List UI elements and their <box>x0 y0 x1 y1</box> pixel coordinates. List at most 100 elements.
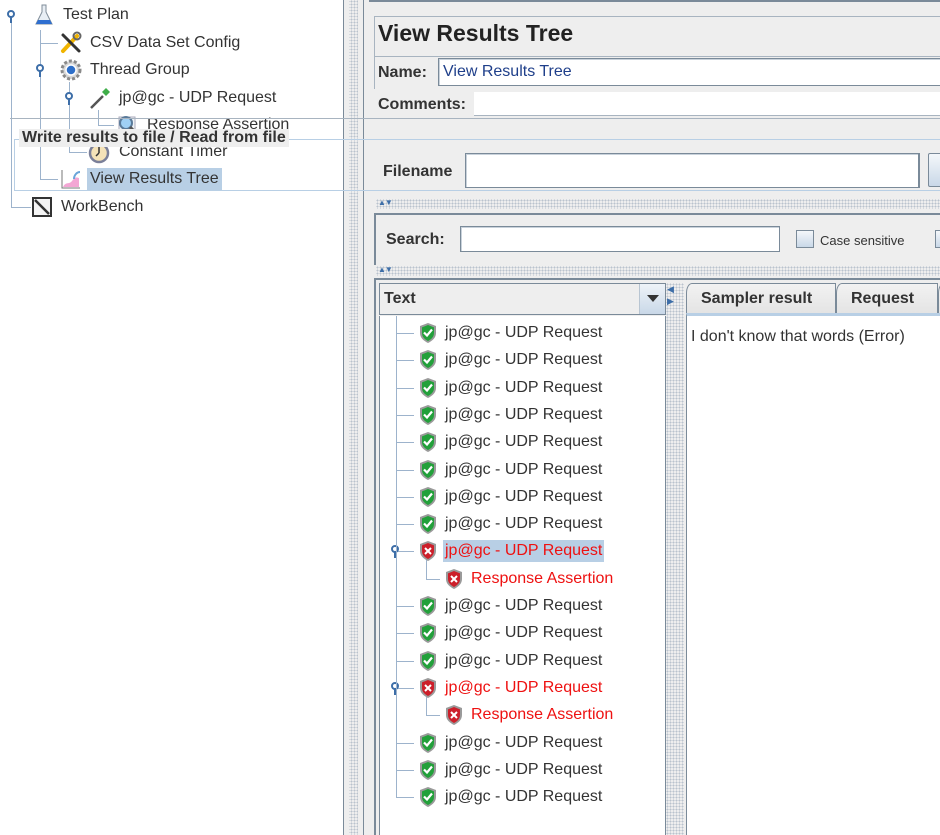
case-sensitive-checkbox[interactable] <box>796 230 814 248</box>
result-item-label: jp@gc - UDP Request <box>445 324 603 341</box>
assertion-label: Response Assertion <box>471 569 614 587</box>
result-item[interactable]: jp@gc - UDP Request <box>416 320 604 346</box>
renderer-select[interactable]: Text <box>379 283 666 315</box>
collapse-left-icon[interactable]: ◀ <box>667 285 674 294</box>
splitter-arrows-icon[interactable]: ▲▼ <box>378 266 393 274</box>
tree-line <box>426 696 427 717</box>
search-input[interactable] <box>460 226 780 252</box>
collapse-toggle[interactable] <box>6 10 20 24</box>
tree-line <box>396 633 414 635</box>
tab-label: Sampler result <box>701 289 813 307</box>
result-item-label: jp@gc - UDP Request <box>445 351 603 369</box>
panel-border <box>369 0 940 6</box>
search-label: Search: <box>386 231 445 248</box>
detail-tabs: Sampler result Request <box>686 283 940 313</box>
pass-shield-icon <box>416 731 440 755</box>
tree-node-csv-data-set-config[interactable]: CSV Data Set Config <box>59 31 243 55</box>
result-item-label: jp@gc - UDP Request <box>445 651 603 669</box>
pass-shield-icon <box>416 621 440 645</box>
response-text: I don't know that words (Error) <box>691 328 905 345</box>
tree-node-thread-group[interactable]: Thread Group <box>59 58 193 82</box>
result-item-label: jp@gc - UDP Request <box>445 405 603 423</box>
tree-line <box>11 207 31 208</box>
detail-content: I don't know that words (Error) <box>686 313 940 835</box>
tree-line <box>40 43 58 44</box>
result-item[interactable]: jp@gc - UDP Request <box>416 429 604 455</box>
result-item[interactable]: jp@gc - UDP Request <box>416 593 604 619</box>
result-item-label: jp@gc - UDP Request <box>445 378 603 396</box>
tree-line <box>396 316 397 798</box>
tree-line <box>396 524 414 526</box>
tree-line <box>396 660 414 662</box>
result-item[interactable]: jp@gc - UDP Request <box>416 511 604 537</box>
result-item[interactable]: jp@gc - UDP Request <box>416 620 604 646</box>
tree-line <box>426 560 427 580</box>
result-item[interactable]: jp@gc - UDP Request <box>416 757 604 783</box>
result-item[interactable]: jp@gc - UDP Request <box>416 484 604 510</box>
expand-right-icon[interactable]: ▶ <box>667 297 674 306</box>
tree-line <box>396 797 414 799</box>
tools-icon <box>59 31 83 55</box>
tab-label: Request <box>851 289 915 307</box>
splitter-arrows-icon[interactable]: ▲▼ <box>378 199 393 207</box>
divider <box>10 118 940 119</box>
tree-line <box>98 125 114 126</box>
tree-line <box>396 360 414 362</box>
fail-shield-icon <box>416 539 440 563</box>
flask-icon <box>32 3 56 27</box>
tree-line <box>396 333 414 334</box>
tree-node-udp-request[interactable]: jp@gc - UDP Request <box>88 86 279 110</box>
pass-shield-icon <box>416 430 440 454</box>
pass-shield-icon <box>416 321 440 345</box>
result-item[interactable]: jp@gc - UDP Request <box>416 784 604 810</box>
tree-node-label: jp@gc - UDP Request <box>119 89 277 106</box>
collapse-toggle[interactable] <box>35 64 49 78</box>
result-item[interactable]: jp@gc - UDP Request <box>416 675 604 701</box>
tree-line <box>396 414 414 416</box>
comments-field[interactable] <box>474 92 940 116</box>
assertion-label: Response Assertion <box>471 706 614 724</box>
panel-title: View Results Tree <box>378 20 574 46</box>
main-splitter[interactable] <box>344 0 364 835</box>
result-item-label: jp@gc - UDP Request <box>445 788 603 806</box>
assertion-result-item[interactable]: Response Assertion <box>442 702 615 728</box>
collapse-toggle[interactable] <box>390 545 404 559</box>
regex-checkbox[interactable] <box>935 230 940 248</box>
top-splitter[interactable]: ▲▼ <box>376 199 940 209</box>
tree-node-label: WorkBench <box>61 198 144 215</box>
tab-sampler-result[interactable]: Sampler result <box>686 283 836 313</box>
name-field[interactable]: View Results Tree <box>438 58 940 86</box>
result-item-label: jp@gc - UDP Request <box>445 433 603 451</box>
filename-field[interactable] <box>465 153 920 188</box>
pass-shield-icon <box>416 512 440 536</box>
file-group-label: Write results to file / Read from file <box>19 129 289 147</box>
middle-splitter[interactable]: ▲▼ <box>376 266 940 276</box>
collapse-toggle[interactable] <box>64 92 78 106</box>
result-item-label: jp@gc - UDP Request <box>445 624 603 642</box>
result-item[interactable]: jp@gc - UDP Request <box>416 457 604 483</box>
comments-label: Comments: <box>378 96 467 113</box>
tab-request[interactable]: Request <box>836 283 938 313</box>
name-label: Name: <box>378 64 427 81</box>
result-item[interactable]: jp@gc - UDP Request <box>416 347 604 373</box>
pass-shield-icon <box>416 758 440 782</box>
tree-node-workbench[interactable]: WorkBench <box>30 195 146 219</box>
result-item[interactable]: jp@gc - UDP Request <box>416 730 604 756</box>
chevron-down-icon[interactable] <box>639 284 665 314</box>
browse-button[interactable] <box>928 153 940 187</box>
fail-shield-icon <box>416 676 440 700</box>
pass-shield-icon <box>416 594 440 618</box>
result-item[interactable]: jp@gc - UDP Request <box>416 375 604 401</box>
tree-node-label: Test Plan <box>63 6 129 23</box>
result-item-label: jp@gc - UDP Request <box>445 678 603 696</box>
result-item[interactable]: jp@gc - UDP Request <box>416 648 604 674</box>
tree-node-test-plan[interactable]: Test Plan <box>32 3 132 27</box>
tree-line <box>396 496 414 498</box>
assertion-result-item[interactable]: Response Assertion <box>442 566 615 592</box>
result-item[interactable]: jp@gc - UDP Request <box>416 538 605 564</box>
results-splitter[interactable]: ◀ ▶ <box>666 283 684 835</box>
tree-line <box>396 387 414 389</box>
collapse-toggle[interactable] <box>390 681 404 696</box>
result-item[interactable]: jp@gc - UDP Request <box>416 402 604 428</box>
tree-line <box>426 578 440 580</box>
